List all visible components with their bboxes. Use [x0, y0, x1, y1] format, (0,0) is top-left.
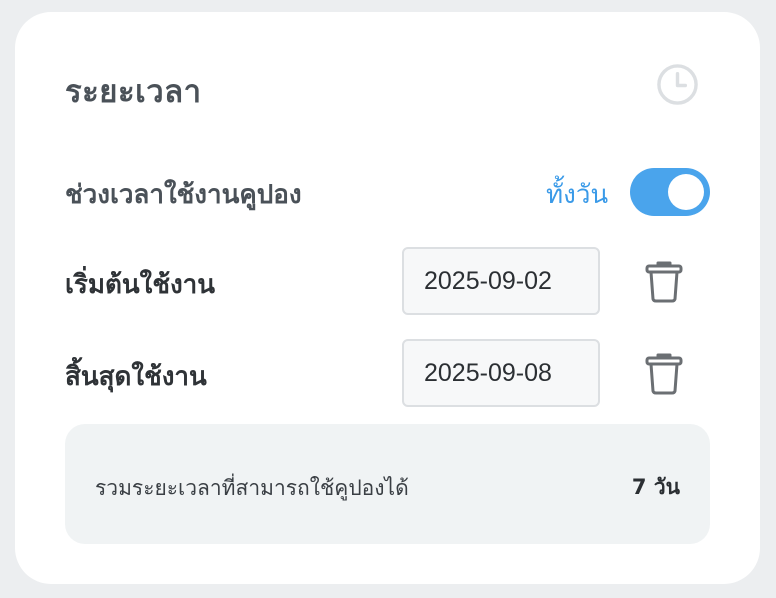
duration-summary: รวมระยะเวลาที่สามารถใช้คูปองได้ 7 วัน — [65, 424, 710, 544]
duration-card: ระยะเวลา ช่วงเวลาใช้งานคูปอง ทั้งวัน เริ… — [15, 12, 760, 584]
end-date-input[interactable] — [402, 339, 600, 407]
start-date-label: เริ่มต้นใช้งาน — [65, 270, 216, 300]
clock-icon — [657, 64, 698, 105]
all-day-label: ทั้งวัน — [546, 180, 609, 210]
end-date-label: สิ้นสุดใช้งาน — [65, 362, 207, 392]
toggle-knob — [668, 174, 704, 210]
all-day-toggle[interactable] — [630, 168, 710, 216]
coupon-period-label: ช่วงเวลาใช้งานคูปอง — [65, 180, 302, 210]
trash-icon[interactable] — [645, 261, 683, 303]
summary-value: 7 วัน — [631, 475, 680, 499]
trash-icon[interactable] — [645, 353, 683, 395]
card-title: ระยะเวลา — [65, 74, 202, 110]
start-date-input[interactable] — [402, 247, 600, 315]
summary-label: รวมระยะเวลาที่สามารถใช้คูปองได้ — [95, 476, 409, 500]
